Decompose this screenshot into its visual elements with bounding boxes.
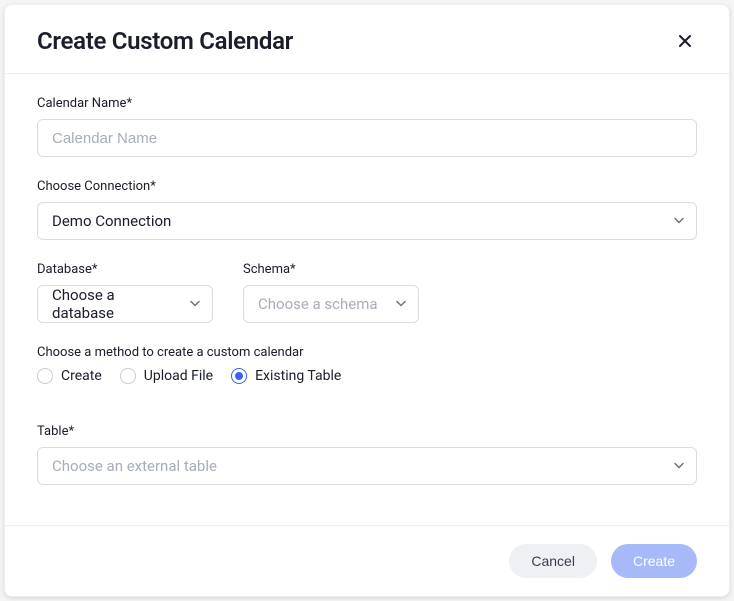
- radio-icon-selected: [231, 368, 247, 384]
- schema-label: Schema*: [243, 262, 419, 277]
- create-custom-calendar-modal: Create Custom Calendar Calendar Name* Ch…: [4, 4, 730, 597]
- schema-select[interactable]: Choose a schema: [243, 285, 419, 323]
- close-icon: [677, 33, 693, 49]
- method-option-label: Existing Table: [255, 368, 341, 384]
- method-option-upload-file[interactable]: Upload File: [120, 368, 213, 384]
- database-label: Database*: [37, 262, 213, 277]
- database-select-value: Choose a database: [37, 285, 213, 323]
- schema-select-placeholder: Choose a schema: [243, 285, 419, 323]
- radio-icon: [120, 368, 136, 384]
- table-label: Table*: [37, 424, 697, 439]
- cancel-button[interactable]: Cancel: [509, 544, 597, 578]
- connection-label: Choose Connection*: [37, 179, 697, 194]
- table-select[interactable]: Choose an external table: [37, 447, 697, 485]
- method-option-create[interactable]: Create: [37, 368, 102, 384]
- method-group: Choose a method to create a custom calen…: [37, 345, 697, 384]
- table-group: Table* Choose an external table: [37, 424, 697, 485]
- method-label: Choose a method to create a custom calen…: [37, 345, 697, 360]
- calendar-name-input[interactable]: [37, 119, 697, 157]
- connection-group: Choose Connection* Demo Connection: [37, 179, 697, 240]
- modal-header: Create Custom Calendar: [5, 5, 729, 74]
- table-select-placeholder: Choose an external table: [37, 447, 697, 485]
- method-option-label: Upload File: [144, 368, 213, 384]
- modal-title: Create Custom Calendar: [37, 27, 293, 55]
- close-button[interactable]: [673, 29, 697, 53]
- radio-dot: [235, 372, 243, 380]
- create-button[interactable]: Create: [611, 544, 697, 578]
- modal-footer: Cancel Create: [5, 525, 729, 596]
- method-option-existing-table[interactable]: Existing Table: [231, 368, 341, 384]
- radio-icon: [37, 368, 53, 384]
- method-radio-group: Create Upload File Existing Table: [37, 368, 697, 384]
- calendar-name-group: Calendar Name*: [37, 96, 697, 157]
- modal-body: Calendar Name* Choose Connection* Demo C…: [5, 74, 729, 525]
- method-option-label: Create: [61, 368, 102, 384]
- connection-select-value: Demo Connection: [37, 202, 697, 240]
- calendar-name-label: Calendar Name*: [37, 96, 697, 111]
- database-select[interactable]: Choose a database: [37, 285, 213, 323]
- database-group: Database* Choose a database: [37, 262, 213, 323]
- schema-group: Schema* Choose a schema: [243, 262, 419, 323]
- db-schema-row: Database* Choose a database Schema* Choo…: [37, 262, 697, 323]
- connection-select[interactable]: Demo Connection: [37, 202, 697, 240]
